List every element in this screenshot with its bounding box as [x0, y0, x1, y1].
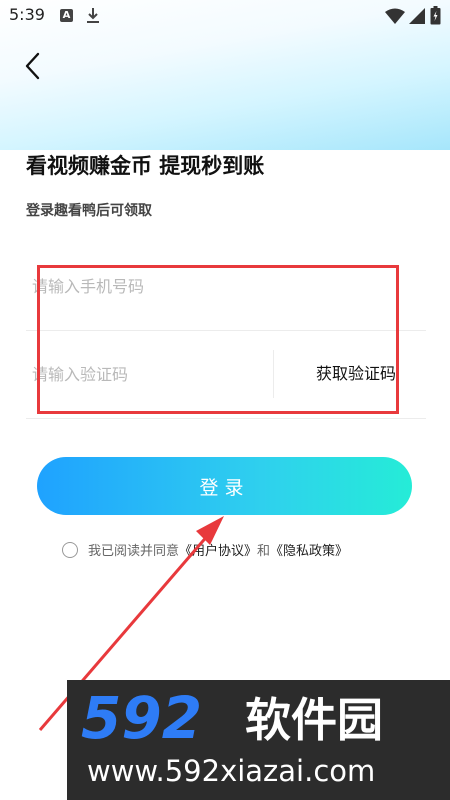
- back-button[interactable]: [20, 50, 50, 82]
- user-agreement-link[interactable]: 《用户协议》: [179, 544, 257, 559]
- get-code-button[interactable]: 获取验证码: [316, 330, 396, 418]
- page-title: 看视频赚金币 提现秒到账: [26, 154, 265, 178]
- login-button[interactable]: 登录: [37, 457, 412, 515]
- battery-icon: [430, 6, 441, 25]
- signal-icon: [409, 8, 425, 24]
- watermark-logo: 592 软件园: [81, 684, 383, 752]
- status-time: 5:39: [9, 5, 45, 24]
- watermark-url: www.592xiazai.com: [87, 754, 376, 788]
- a-icon: A: [60, 9, 73, 22]
- code-divider: [273, 350, 274, 398]
- privacy-policy-link[interactable]: 《隐私政策》: [270, 544, 348, 559]
- status-bar: 5:39 A: [0, 0, 450, 32]
- agreement-checkbox[interactable]: [62, 542, 78, 558]
- agreement-and: 和: [257, 544, 271, 559]
- agreement-prefix: 我已阅读并同意: [88, 544, 180, 559]
- wifi-icon: [385, 8, 405, 24]
- phone-field: [26, 242, 426, 331]
- chevron-left-icon: [25, 52, 40, 80]
- page-subtitle: 登录趣看鸭后可领取: [26, 203, 152, 219]
- phone-input[interactable]: [32, 242, 262, 330]
- watermark-banner: 592 软件园 www.592xiazai.com: [67, 680, 450, 800]
- svg-text:软件园: 软件园: [245, 693, 383, 747]
- verification-code-input[interactable]: [32, 330, 262, 418]
- svg-text:592: 592: [81, 684, 202, 752]
- agreement-row: 我已阅读并同意《用户协议》和《隐私政策》: [62, 540, 348, 560]
- download-icon: [87, 8, 99, 23]
- code-field: 获取验证码: [26, 330, 426, 419]
